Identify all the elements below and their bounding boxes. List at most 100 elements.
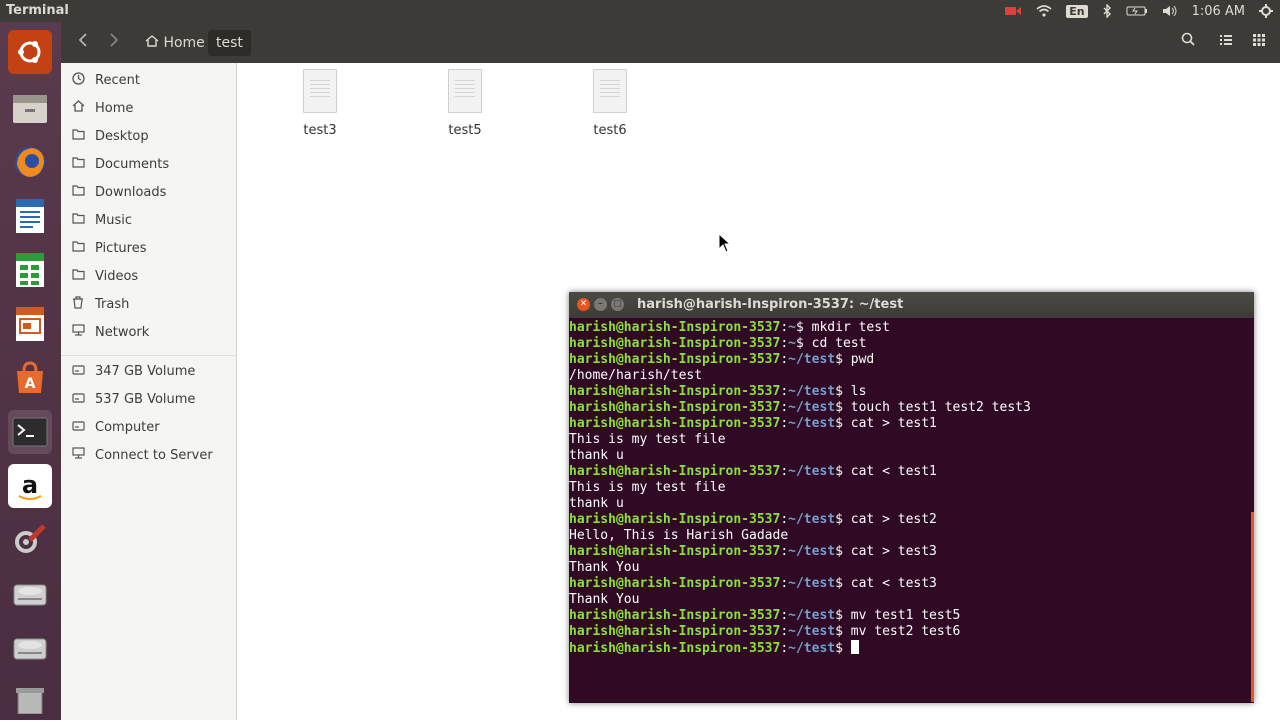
maximize-icon[interactable]: □: [611, 298, 624, 311]
svg-text:A: A: [25, 376, 36, 392]
sidebar-item-desktop[interactable]: Desktop: [61, 122, 236, 150]
command-text: cd test: [811, 336, 867, 351]
breadcrumb-home[interactable]: Home: [137, 30, 213, 56]
back-button[interactable]: [78, 32, 88, 51]
sidebar-item-computer[interactable]: Computer: [61, 413, 236, 441]
sidebar-item-pictures[interactable]: Pictures: [61, 234, 236, 262]
camera-icon[interactable]: [1004, 5, 1022, 17]
terminal-output-line: Hello, This is Harish Gadade: [569, 528, 789, 543]
breadcrumb-test[interactable]: test: [208, 30, 251, 56]
prompt-symbol: $: [835, 576, 851, 591]
terminal-command-line: harish@harish-Inspiron-3537:~/test$ cat …: [569, 576, 1254, 592]
sidebar-item-volume-347[interactable]: 347 GB Volume: [61, 357, 236, 385]
folder-icon: [70, 240, 86, 256]
prompt-path: ~: [788, 336, 796, 351]
file-item[interactable]: test3: [280, 69, 360, 138]
terminal-command-line: harish@harish-Inspiron-3537:~/test$ cat …: [569, 512, 1254, 528]
prompt-user: harish@harish-Inspiron-3537: [569, 544, 781, 559]
sidebar-item-volume-537[interactable]: 537 GB Volume: [61, 385, 236, 413]
sidebar-item-network[interactable]: Network: [61, 318, 236, 346]
file-item[interactable]: test5: [425, 69, 505, 138]
text-file-icon: [448, 69, 482, 113]
text-cursor: [850, 640, 859, 654]
folder-icon: [70, 268, 86, 284]
search-icon[interactable]: [1181, 32, 1195, 50]
terminal-output-line: Thank You: [569, 560, 640, 575]
command-text: touch test1 test2 test3: [850, 400, 1031, 415]
mouse-pointer-icon: [718, 232, 732, 257]
grid-view-icon[interactable]: [1253, 32, 1265, 50]
prompt-user: harish@harish-Inspiron-3537: [569, 416, 781, 431]
prompt-user: harish@harish-Inspiron-3537: [569, 384, 781, 399]
prompt-user: harish@harish-Inspiron-3537: [569, 641, 781, 656]
disk-icon[interactable]: [8, 626, 52, 670]
terminal-window[interactable]: ✕ – □ harish@harish-Inspiron-3537: ~/tes…: [569, 292, 1254, 703]
files-icon[interactable]: [8, 86, 52, 130]
close-icon[interactable]: ✕: [577, 298, 590, 311]
software-center-icon[interactable]: A: [8, 356, 52, 400]
text-file-icon: [593, 69, 627, 113]
bluetooth-icon[interactable]: [1102, 4, 1112, 18]
settings-icon[interactable]: [8, 518, 52, 562]
terminal-icon[interactable]: [8, 410, 52, 454]
sidebar-item-music[interactable]: Music: [61, 206, 236, 234]
prompt-symbol: $: [835, 352, 851, 367]
terminal-command-line: harish@harish-Inspiron-3537:~/test$ pwd: [569, 352, 1254, 368]
terminal-output[interactable]: harish@harish-Inspiron-3537:~$ mkdir tes…: [569, 318, 1254, 657]
prompt-path: ~/test: [788, 384, 836, 399]
disk-icon[interactable]: [8, 572, 52, 616]
terminal-output-line: thank u: [569, 448, 624, 463]
sidebar-item-downloads[interactable]: Downloads: [61, 178, 236, 206]
volume-icon[interactable]: [1162, 5, 1178, 17]
wifi-icon[interactable]: [1036, 5, 1052, 17]
prompt-path: ~/test: [788, 641, 836, 656]
gear-icon[interactable]: [1259, 4, 1273, 18]
sidebar-item-home[interactable]: Home: [61, 94, 236, 122]
list-view-icon[interactable]: [1220, 32, 1232, 50]
command-text: cat > test1: [850, 416, 937, 431]
sidebar-item-label: Network: [95, 324, 150, 340]
terminal-output-line: /home/harish/test: [569, 368, 703, 383]
sidebar-item-documents[interactable]: Documents: [61, 150, 236, 178]
prompt-path: ~/test: [788, 624, 836, 639]
trash-icon[interactable]: [8, 678, 52, 722]
command-text: cat < test3: [850, 576, 937, 591]
sidebar-item-trash[interactable]: Trash: [61, 290, 236, 318]
sidebar-item-recent[interactable]: Recent: [61, 66, 236, 94]
sidebar-item-connect-server[interactable]: Connect to Server: [61, 441, 236, 469]
file-item[interactable]: test6: [570, 69, 650, 138]
drive-icon: [70, 364, 86, 379]
ubuntu-icon[interactable]: [8, 30, 52, 74]
calc-icon[interactable]: [8, 248, 52, 292]
command-text: cat > test3: [850, 544, 937, 559]
sidebar: Recent Home Desktop Documents Downloads …: [61, 63, 237, 720]
clock[interactable]: 1:06 AM: [1192, 4, 1245, 19]
sidebar-item-label: Recent: [95, 72, 140, 88]
prompt-symbol: $: [835, 544, 851, 559]
amazon-icon[interactable]: a: [8, 464, 52, 508]
minimize-icon[interactable]: –: [594, 298, 607, 311]
writer-icon[interactable]: [8, 194, 52, 238]
terminal-output-line: This is my test file: [569, 432, 726, 447]
prompt-user: harish@harish-Inspiron-3537: [569, 464, 781, 479]
network-icon: [70, 324, 86, 340]
terminal-titlebar[interactable]: ✕ – □ harish@harish-Inspiron-3537: ~/tes…: [569, 292, 1254, 318]
language-icon[interactable]: En: [1066, 4, 1088, 18]
svg-text:a: a: [22, 471, 38, 499]
terminal-output-line: Thank You: [569, 592, 640, 607]
sidebar-item-label: Trash: [95, 296, 130, 312]
terminal-scrollbar[interactable]: [1251, 512, 1254, 702]
command-text: pwd: [850, 352, 875, 367]
impress-icon[interactable]: [8, 302, 52, 346]
sidebar-item-videos[interactable]: Videos: [61, 262, 236, 290]
drive-icon: [70, 392, 86, 407]
firefox-icon[interactable]: [8, 140, 52, 184]
prompt-separator: :: [780, 464, 789, 479]
file-name: test5: [448, 123, 482, 138]
prompt-symbol: $: [795, 320, 812, 335]
prompt-user: harish@harish-Inspiron-3537: [569, 608, 781, 623]
forward-button[interactable]: [109, 32, 119, 51]
battery-icon[interactable]: [1126, 5, 1148, 17]
prompt-symbol: $: [835, 641, 851, 656]
prompt-separator: :: [780, 352, 789, 367]
